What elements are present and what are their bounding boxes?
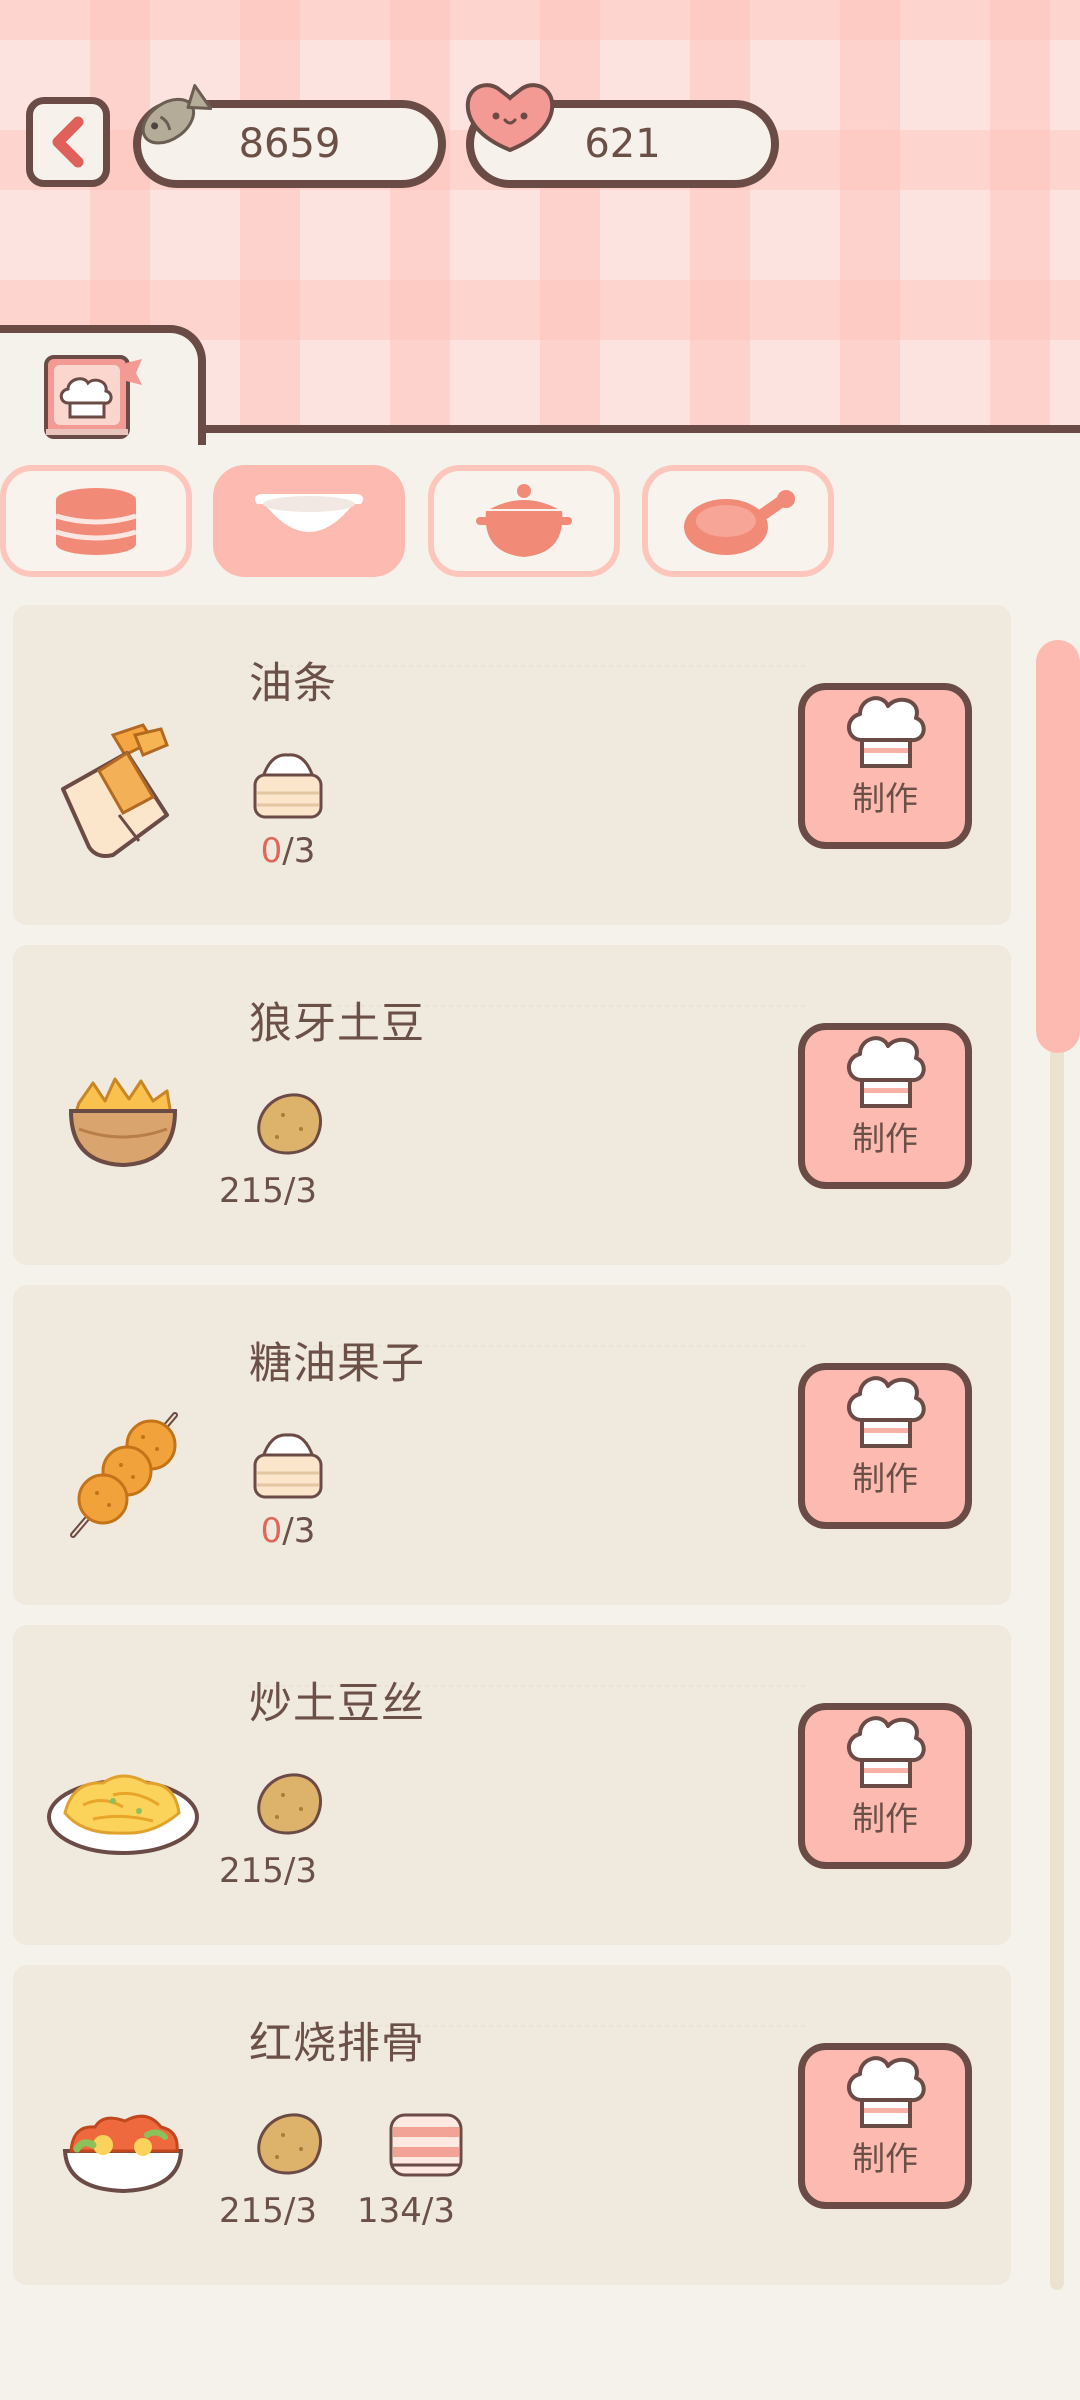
steamer-icon (55, 488, 137, 555)
ingredient-have: 215 (219, 1171, 284, 1211)
youtiao-icon (61, 723, 169, 858)
fish-currency-value: 8659 (238, 121, 341, 167)
ingredient-have: 134 (357, 2191, 422, 2231)
category-steamer-button[interactable] (0, 465, 192, 577)
ingredient: 0/3 (233, 745, 343, 871)
potato-icon (257, 2113, 323, 2175)
make-button[interactable]: 制作 (798, 683, 972, 849)
ingredient-have: 215 (219, 1851, 284, 1891)
make-button-label: 制作 (852, 1119, 918, 1158)
ingredient-need: /3 (282, 831, 316, 871)
ingredient-count: 215/3 (193, 2191, 343, 2231)
wok-icon (254, 494, 364, 532)
ingredient-need: /3 (283, 1171, 317, 1211)
ingredient-count: 215/3 (193, 1851, 343, 1891)
ingredient-count: 0/3 (233, 1511, 343, 1551)
ingredient-count: 134/3 (331, 2191, 481, 2231)
recipe-book-tab[interactable] (0, 325, 206, 445)
make-button-label: 制作 (852, 779, 918, 818)
make-button[interactable]: 制作 (798, 2043, 972, 2209)
recipe-card: 红烧排骨 215/3 134/3 制作 (13, 1965, 1011, 2285)
ingredient-need: /3 (283, 2191, 317, 2231)
recipe-name: 狼牙土豆 (249, 999, 425, 1049)
make-button-label: 制作 (852, 1799, 918, 1838)
heart-currency-value: 621 (584, 121, 661, 167)
recipe-name: 红烧排骨 (249, 2019, 425, 2069)
ingredient-need: /3 (283, 1851, 317, 1891)
ingredient: 0/3 (233, 1425, 343, 1551)
make-button[interactable]: 制作 (798, 1363, 972, 1529)
ingredient-need: /3 (421, 2191, 455, 2231)
ingredient-have: 215 (219, 2191, 284, 2231)
scrollbar-thumb[interactable] (1036, 640, 1080, 1053)
ingredient: 215/3 (219, 1765, 343, 1891)
recipe-card: 狼牙土豆 215/3 制作 (13, 945, 1011, 1265)
flour-icon (253, 753, 323, 819)
sugar-fried-dough-icon (70, 1412, 178, 1538)
ingredient: 215/3 (219, 2105, 343, 2231)
category-clay-pot-button[interactable] (428, 465, 620, 577)
chef-hat-icon (847, 1036, 926, 1108)
make-button[interactable]: 制作 (798, 1023, 972, 1189)
frying-pan-icon (684, 490, 795, 555)
pork-icon (389, 2113, 463, 2177)
chef-hat-icon (847, 696, 926, 768)
make-button[interactable]: 制作 (798, 1703, 972, 1869)
ingredient-need: /3 (282, 1511, 316, 1551)
ingredient-count: 0/3 (233, 831, 343, 871)
clay-pot-icon (476, 484, 572, 557)
shredded-potato-icon (47, 1774, 199, 1855)
flour-icon (253, 1433, 323, 1499)
recipe-card: 油条 0/3 制作 (13, 605, 1011, 925)
potato-icon (257, 1773, 323, 1835)
chevron-left-icon (52, 116, 84, 168)
ingredient-count: 215/3 (193, 1171, 343, 1211)
recipe-name: 炒土豆丝 (249, 1679, 425, 1729)
category-wok-button[interactable] (213, 465, 405, 577)
ingredient: 215/3 (219, 1085, 343, 1211)
recipe-name: 油条 (249, 659, 337, 709)
heart-icon (465, 83, 555, 153)
braised-ribs-icon (62, 2114, 184, 2194)
make-button-label: 制作 (852, 2139, 918, 2178)
make-button-label: 制作 (852, 1459, 918, 1498)
fish-icon (141, 84, 212, 145)
category-frying-pan-button[interactable] (642, 465, 834, 577)
recipe-card: 炒土豆丝 215/3 制作 (13, 1625, 1011, 1945)
wolf-tooth-potato-icon (68, 1077, 178, 1168)
ingredient-have: 0 (260, 1511, 283, 1551)
recipe-name: 糖油果子 (249, 1339, 425, 1389)
ingredient: 134/3 (357, 2105, 481, 2231)
ingredient-have: 0 (260, 831, 283, 871)
recipe-card: 糖油果子 0/3 制作 (13, 1285, 1011, 1605)
back-button[interactable] (26, 97, 110, 187)
chef-hat-icon (847, 2056, 926, 2128)
recipe-book-icon (44, 355, 142, 439)
potato-icon (257, 1093, 323, 1155)
chef-hat-icon (847, 1716, 926, 1788)
chef-hat-icon (847, 1376, 926, 1448)
